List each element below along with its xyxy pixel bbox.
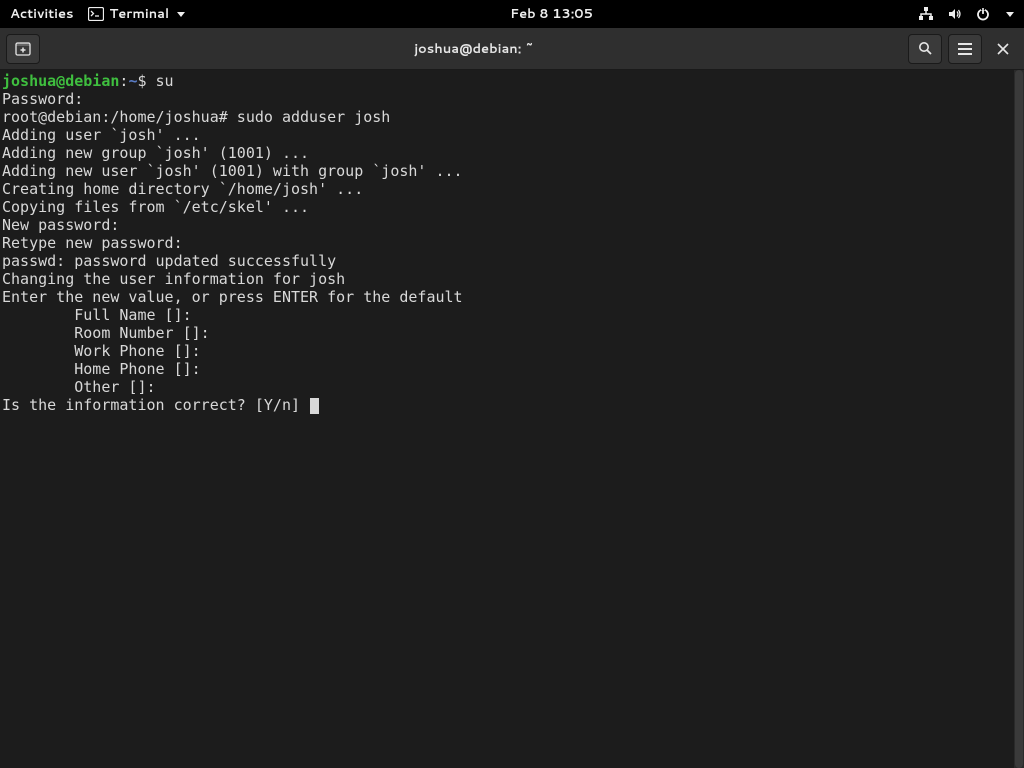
hamburger-icon xyxy=(958,43,972,55)
output-line: Work Phone []: xyxy=(2,342,1022,360)
output-line: Adding new user `josh' (1001) with group… xyxy=(2,162,1022,180)
terminal-viewport[interactable]: joshua@debian:~$ su Password: root@debia… xyxy=(0,70,1024,768)
gnome-topbar: Activities Terminal Feb 8 13:05 xyxy=(0,0,1024,28)
app-menu[interactable]: Terminal xyxy=(88,5,186,23)
output-line: Creating home directory `/home/josh' ... xyxy=(2,180,1022,198)
output-line: Is the information correct? [Y/n] xyxy=(2,396,1022,414)
power-icon xyxy=(976,7,990,21)
app-menu-label: Terminal xyxy=(110,5,170,23)
prompt-text: Is the information correct? [Y/n] xyxy=(2,396,309,414)
new-tab-icon xyxy=(15,42,31,56)
close-icon xyxy=(997,43,1009,55)
output-line: Adding user `josh' ... xyxy=(2,126,1022,144)
status-area[interactable] xyxy=(918,7,1014,21)
close-button[interactable] xyxy=(988,34,1018,64)
volume-icon xyxy=(948,7,962,21)
scrollbar[interactable] xyxy=(1014,70,1024,768)
activities-button[interactable]: Activities xyxy=(10,5,74,23)
new-tab-button[interactable] xyxy=(6,34,40,64)
prompt-line: root@debian:/home/joshua# sudo adduser j… xyxy=(2,108,1022,126)
output-line: passwd: password updated successfully xyxy=(2,252,1022,270)
command-text: su xyxy=(156,72,174,90)
window-title: joshua@debian: ~ xyxy=(46,40,902,58)
search-button[interactable] xyxy=(908,34,942,64)
output-line: Enter the new value, or press ENTER for … xyxy=(2,288,1022,306)
output-line: Full Name []: xyxy=(2,306,1022,324)
terminal-window: joshua@debian: ~ joshua@debian:~$ su Pas… xyxy=(0,28,1024,768)
output-line: Adding new group `josh' (1001) ... xyxy=(2,144,1022,162)
titlebar: joshua@debian: ~ xyxy=(0,28,1024,70)
output-line: Room Number []: xyxy=(2,324,1022,342)
search-icon xyxy=(918,41,933,56)
scrollbar-thumb[interactable] xyxy=(1015,70,1023,768)
output-line: Copying files from `/etc/skel' ... xyxy=(2,198,1022,216)
chevron-down-icon xyxy=(177,12,185,17)
prompt-dollar: $ xyxy=(137,72,155,90)
output-line: Retype new password: xyxy=(2,234,1022,252)
output-line: Password: xyxy=(2,90,1022,108)
output-line: Changing the user information for josh xyxy=(2,270,1022,288)
menu-button[interactable] xyxy=(948,34,982,64)
clock[interactable]: Feb 8 13:05 xyxy=(510,5,593,23)
prompt-line: joshua@debian:~$ su xyxy=(2,72,1022,90)
network-icon xyxy=(918,7,934,21)
terminal-app-icon xyxy=(88,7,104,21)
output-line: Other []: xyxy=(2,378,1022,396)
chevron-down-icon xyxy=(1006,12,1014,17)
prompt-userhost: joshua@debian xyxy=(2,72,119,90)
output-line: New password: xyxy=(2,216,1022,234)
output-line: Home Phone []: xyxy=(2,360,1022,378)
cursor xyxy=(310,398,319,414)
